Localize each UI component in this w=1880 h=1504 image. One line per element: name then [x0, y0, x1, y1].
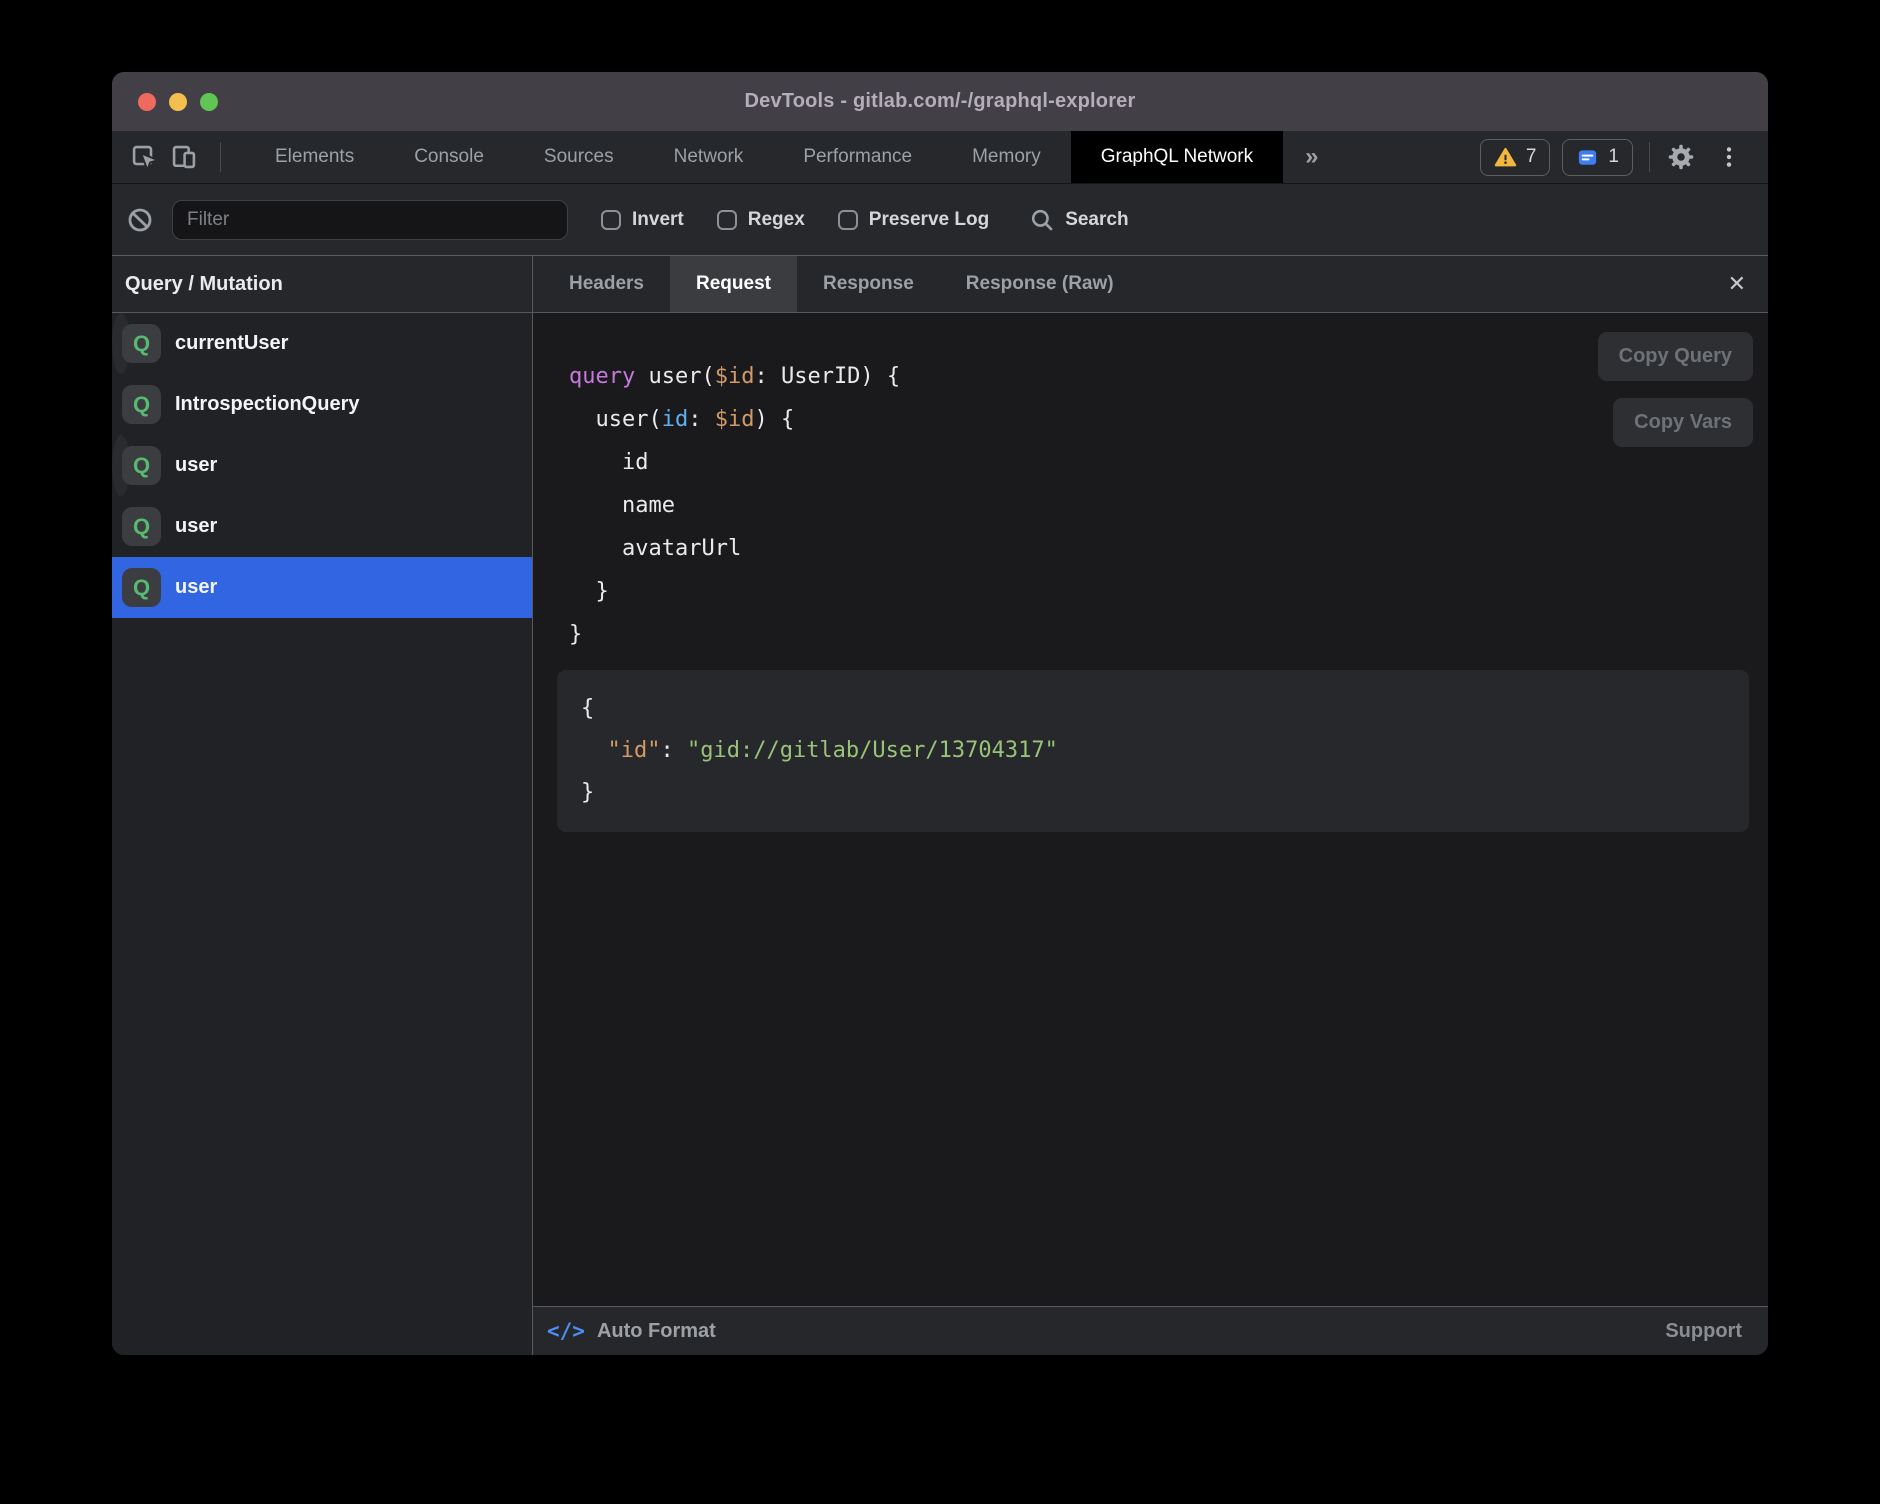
invert-label: Invert [632, 209, 684, 231]
devtools-tab-bar: Elements Console Sources Network Perform… [112, 131, 1768, 184]
title-bar: DevTools - gitlab.com/-/graphql-explorer [112, 72, 1768, 131]
device-toolbar-icon[interactable] [170, 143, 198, 171]
panel-footer: </> Auto Format Support [533, 1306, 1768, 1355]
query-type-badge: Q [122, 446, 161, 485]
tab-graphql-network[interactable]: GraphQL Network [1071, 131, 1283, 183]
detail-tab-bar: Headers Request Response Response (Raw) … [533, 256, 1768, 313]
preserve-log-checkbox[interactable] [838, 210, 858, 230]
filter-bar: Invert Regex Preserve Log Search [112, 184, 1768, 256]
query-type-badge: Q [122, 385, 161, 424]
query-type-badge: Q [122, 568, 161, 607]
query-type-badge: Q [122, 324, 161, 363]
list-item-user-1[interactable]: Q user [112, 435, 130, 496]
regex-label: Regex [748, 209, 805, 231]
issues-badge[interactable]: 1 [1562, 139, 1633, 176]
code-brackets-icon: </> [547, 1319, 585, 1343]
close-panel-icon[interactable]: ✕ [1728, 256, 1746, 312]
invert-checkbox[interactable] [601, 210, 621, 230]
window-title: DevTools - gitlab.com/-/graphql-explorer [744, 90, 1135, 113]
list-item-introspectionQuery[interactable]: Q IntrospectionQuery [112, 374, 532, 435]
list-item-label: user [175, 576, 217, 599]
tab-performance[interactable]: Performance [773, 131, 942, 183]
kebab-menu-icon[interactable] [1716, 144, 1742, 170]
copy-query-button[interactable]: Copy Query [1598, 332, 1753, 381]
search-toggle[interactable]: Search [1029, 207, 1128, 233]
tab-network[interactable]: Network [644, 131, 774, 183]
minimize-window-button[interactable] [169, 93, 187, 111]
tab-console[interactable]: Console [384, 131, 514, 183]
settings-gear-icon[interactable] [1666, 142, 1696, 172]
warning-icon [1494, 146, 1517, 169]
issue-count: 1 [1608, 146, 1619, 168]
sidebar-empty-area [112, 618, 532, 1355]
tab-response-raw[interactable]: Response (Raw) [940, 256, 1140, 312]
traffic-lights [138, 72, 218, 131]
issues-icon [1576, 146, 1599, 169]
copy-vars-button[interactable]: Copy Vars [1613, 398, 1753, 447]
close-window-button[interactable] [138, 93, 156, 111]
query-list-sidebar: Query / Mutation Q currentUser Q Introsp… [112, 256, 533, 1355]
list-item-label: user [175, 454, 217, 477]
warnings-badge[interactable]: 7 [1480, 139, 1551, 176]
inspect-element-icon[interactable] [130, 143, 158, 171]
more-tabs-chevron-icon[interactable]: » [1283, 131, 1340, 183]
filter-input[interactable] [172, 200, 568, 240]
search-icon [1029, 207, 1055, 233]
tab-response[interactable]: Response [797, 256, 940, 312]
list-item-currentUser[interactable]: Q currentUser [112, 313, 130, 374]
list-item-label: user [175, 515, 217, 538]
auto-format-button[interactable]: </> Auto Format [547, 1319, 716, 1343]
preserve-log-label: Preserve Log [869, 209, 989, 231]
list-item-label: IntrospectionQuery [175, 393, 359, 416]
query-type-badge: Q [122, 507, 161, 546]
query-list-header: Query / Mutation [112, 256, 532, 313]
tab-headers[interactable]: Headers [543, 256, 670, 312]
support-link[interactable]: Support [1665, 1320, 1742, 1343]
warning-count: 7 [1526, 146, 1537, 168]
devtools-window: DevTools - gitlab.com/-/graphql-explorer… [112, 72, 1768, 1355]
graphql-query-code: query user($id: UserID) { user(id: $id) … [533, 313, 1768, 656]
clear-filter-icon[interactable] [126, 206, 154, 234]
list-item-label: currentUser [175, 332, 288, 355]
request-content: query user($id: UserID) { user(id: $id) … [533, 313, 1768, 1306]
request-variables-box: { "id": "gid://gitlab/User/13704317"} [557, 670, 1749, 832]
search-label: Search [1065, 209, 1128, 231]
tab-request[interactable]: Request [670, 256, 797, 312]
tab-sources[interactable]: Sources [514, 131, 644, 183]
tab-elements[interactable]: Elements [245, 131, 384, 183]
regex-checkbox[interactable] [717, 210, 737, 230]
tab-memory[interactable]: Memory [942, 131, 1071, 183]
list-item-user-3-selected[interactable]: Q user [112, 557, 532, 618]
toolbar-divider [1649, 142, 1650, 172]
maximize-window-button[interactable] [200, 93, 218, 111]
list-item-user-2[interactable]: Q user [112, 496, 532, 557]
request-detail-panel: Headers Request Response Response (Raw) … [533, 256, 1768, 1355]
auto-format-label: Auto Format [597, 1320, 716, 1343]
toolbar-divider [220, 142, 221, 172]
